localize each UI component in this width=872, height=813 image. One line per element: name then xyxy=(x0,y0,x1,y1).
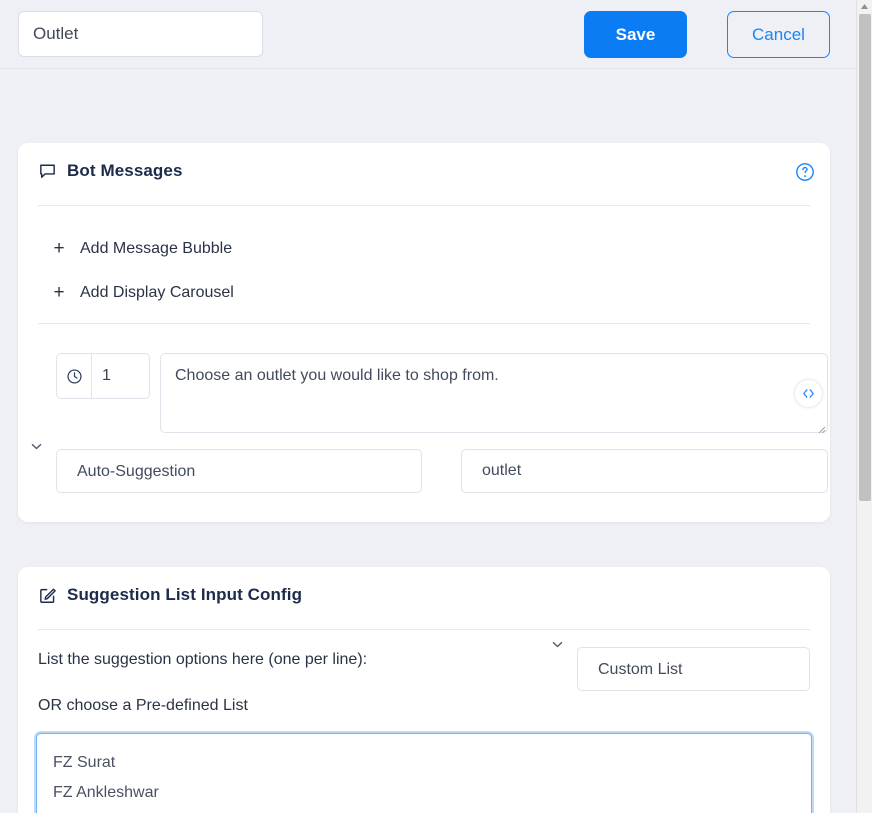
plus-icon: + xyxy=(53,282,65,303)
options-row: HTTP-Request Manual Action xyxy=(0,69,856,187)
triangle-up-icon[interactable] xyxy=(857,0,872,12)
predefined-list-label: OR choose a Pre-defined List xyxy=(38,697,248,714)
add-display-carousel-label: Add Display Carousel xyxy=(80,283,234,301)
list-type-select[interactable]: Custom List xyxy=(577,647,810,691)
suggestion-card-divider xyxy=(38,629,810,630)
message-text-textarea[interactable]: Choose an outlet you would like to shop … xyxy=(160,353,828,433)
scrollable-viewport: Save Cancel HTTP-Request Manual Action xyxy=(0,0,856,813)
bot-messages-title: Bot Messages xyxy=(67,161,183,180)
question-circle-icon[interactable] xyxy=(795,162,815,182)
bot-messages-title-group: Bot Messages xyxy=(38,161,183,181)
bot-messages-divider-2 xyxy=(38,323,810,324)
bot-messages-card: Bot Messages + Add Message Bubble + Add … xyxy=(18,143,830,522)
add-message-bubble-button[interactable]: + Add Message Bubble xyxy=(50,239,232,258)
app-root: Save Cancel HTTP-Request Manual Action xyxy=(0,0,872,813)
cancel-button[interactable]: Cancel xyxy=(727,11,830,58)
suggestion-list-config-card: Suggestion List Input Config List the su… xyxy=(18,567,830,813)
suggestion-options-textarea[interactable]: FZ Surat FZ Ankleshwar xyxy=(36,733,812,813)
message-delay-field[interactable] xyxy=(56,353,150,399)
scrollbar-thumb[interactable] xyxy=(859,14,871,501)
code-brackets-icon[interactable] xyxy=(795,380,822,407)
clock-icon xyxy=(57,354,92,398)
add-message-bubble-label: Add Message Bubble xyxy=(80,239,233,257)
chevron-down-icon xyxy=(551,638,564,656)
input-mode-select[interactable]: Auto-Suggestion xyxy=(56,449,422,493)
bot-messages-header: Bot Messages xyxy=(18,143,830,206)
suggestion-options-label: List the suggestion options here (one pe… xyxy=(38,651,368,668)
add-display-carousel-button[interactable]: + Add Display Carousel xyxy=(50,282,234,303)
suggestion-title-group: Suggestion List Input Config xyxy=(38,585,302,605)
variable-name-input[interactable] xyxy=(461,449,828,493)
speech-bubble-icon xyxy=(38,162,57,181)
message-delay-input[interactable] xyxy=(92,354,149,398)
suggestion-card-title: Suggestion List Input Config xyxy=(67,585,303,604)
node-title-input[interactable] xyxy=(18,11,263,57)
top-toolbar: Save Cancel xyxy=(0,0,856,69)
edit-square-icon xyxy=(38,586,57,605)
bot-messages-divider xyxy=(38,205,810,206)
chevron-down-icon xyxy=(30,440,43,458)
suggestion-card-header: Suggestion List Input Config xyxy=(18,567,830,630)
plus-icon: + xyxy=(53,238,65,259)
save-button[interactable]: Save xyxy=(584,11,687,58)
page-scrollbar[interactable] xyxy=(856,0,872,813)
